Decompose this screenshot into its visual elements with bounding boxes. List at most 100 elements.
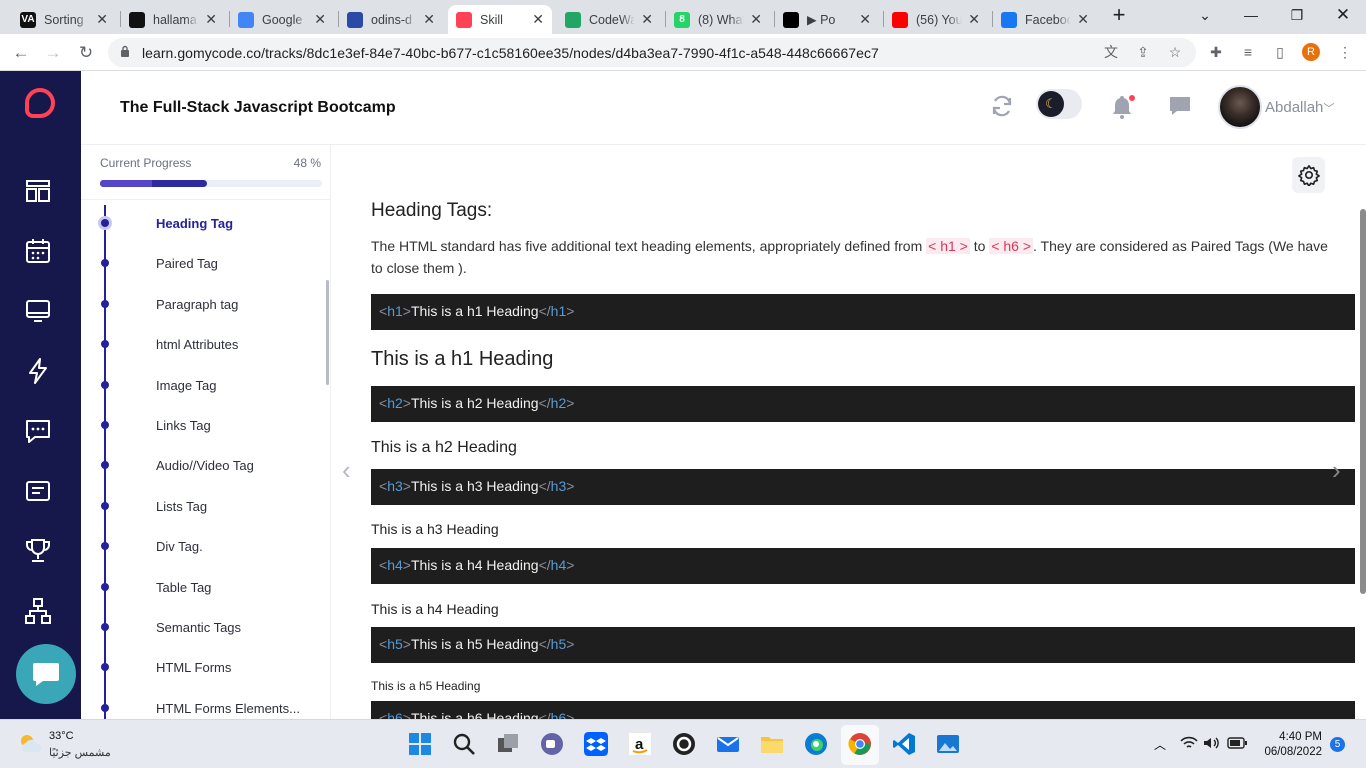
chrome-icon[interactable]	[848, 732, 872, 756]
back-button[interactable]: ←	[8, 40, 34, 66]
user-name[interactable]: Abdallah﹀	[1265, 99, 1334, 116]
gomycode-logo[interactable]	[25, 88, 55, 118]
reload-button[interactable]: ↻	[73, 40, 99, 66]
lesson-item[interactable]: Paired Tag	[156, 256, 218, 271]
browser-tab[interactable]: hallama ✕	[121, 5, 225, 34]
app-icon[interactable]	[672, 732, 696, 756]
lesson-item[interactable]: html Attributes	[156, 337, 238, 352]
tab-close-icon[interactable]: ✕	[423, 11, 435, 28]
browser-tab[interactable]: ▶ Po ✕	[775, 5, 879, 34]
calendar-icon[interactable]	[25, 238, 51, 264]
translate-icon[interactable]: 文	[1102, 43, 1120, 61]
tab-close-icon[interactable]: ✕	[859, 11, 871, 28]
previous-arrow[interactable]: ‹	[342, 455, 351, 486]
task-view-icon[interactable]	[496, 732, 520, 756]
tab-close-icon[interactable]: ✕	[1077, 11, 1089, 28]
lesson-item[interactable]: Links Tag	[156, 418, 211, 433]
tab-close-icon[interactable]: ✕	[532, 11, 544, 28]
laptop-icon[interactable]	[25, 298, 51, 324]
sync-icon[interactable]	[990, 94, 1014, 118]
tab-close-icon[interactable]: ✕	[968, 11, 980, 28]
extensions-icon[interactable]: ✚	[1207, 43, 1225, 61]
tab-close-icon[interactable]: ✕	[205, 11, 217, 28]
svg-text:a: a	[635, 736, 644, 753]
lightning-icon[interactable]	[25, 358, 51, 384]
tab-close-icon[interactable]: ✕	[314, 11, 326, 28]
tab-close-icon[interactable]: ✕	[641, 11, 653, 28]
lesson-item[interactable]: Div Tag.	[156, 539, 203, 554]
browser-tab[interactable]: Skill ✕	[448, 5, 552, 34]
share-icon[interactable]: ⇪	[1134, 43, 1152, 61]
teams-chat-icon[interactable]	[540, 732, 564, 756]
lesson-item[interactable]: Paragraph tag	[156, 297, 238, 312]
gear-icon	[1297, 165, 1320, 186]
bell-icon[interactable]	[1109, 94, 1135, 120]
forward-button[interactable]: →	[40, 40, 66, 66]
weather-icon[interactable]	[16, 732, 44, 756]
settings-button[interactable]	[1292, 157, 1325, 193]
dropbox-icon[interactable]	[584, 732, 608, 756]
bookmark-star-icon[interactable]: ☆	[1166, 43, 1184, 61]
documents-icon[interactable]	[25, 478, 51, 504]
amazon-icon[interactable]: a	[628, 732, 652, 756]
reading-list-icon[interactable]: ≡	[1239, 43, 1257, 61]
side-panel-icon[interactable]: ▯	[1271, 43, 1289, 61]
user-avatar[interactable]	[1218, 85, 1262, 129]
content-scrollbar[interactable]	[1360, 209, 1366, 594]
para-text-2: to	[969, 238, 990, 254]
browser-tab[interactable]: 8 (8) What ✕	[666, 5, 770, 34]
search-icon[interactable]	[452, 732, 476, 756]
windows-start-icon[interactable]	[408, 732, 432, 756]
profile-avatar[interactable]: R	[1302, 43, 1320, 61]
battery-icon[interactable]	[1227, 737, 1247, 749]
code-block: <h5>This is a h5 Heading</h5>	[371, 627, 1355, 663]
browser-tab[interactable]: VA Sorting ✕	[12, 5, 116, 34]
browser-tab[interactable]: odins-d ✕	[339, 5, 443, 34]
lesson-marker	[101, 501, 109, 510]
lesson-item[interactable]: HTML Forms	[156, 660, 231, 675]
lesson-item[interactable]: Audio//Video Tag	[156, 458, 254, 473]
address-bar[interactable]: learn.gomycode.co/tracks/8dc1e3ef-84e7-4…	[108, 38, 1196, 67]
system-clock[interactable]: 4:40 PM 06/08/2022	[1264, 730, 1322, 760]
edge-icon[interactable]	[804, 732, 828, 756]
chat-messages-icon[interactable]	[1168, 95, 1192, 117]
browser-menu-icon[interactable]: ⋮	[1336, 43, 1354, 61]
lesson-item[interactable]: Image Tag	[156, 378, 216, 393]
hierarchy-icon[interactable]	[25, 598, 51, 624]
messages-icon[interactable]	[25, 418, 51, 444]
browser-tab[interactable]: (56) You ✕	[884, 5, 988, 34]
trophy-icon[interactable]	[25, 538, 51, 564]
chat-icon	[33, 663, 59, 686]
browser-tab[interactable]: Google ✕	[230, 5, 334, 34]
lesson-item[interactable]: Lists Tag	[156, 499, 207, 514]
vscode-icon[interactable]	[892, 732, 916, 756]
lesson-content: Heading Tags: The HTML standard has five…	[331, 145, 1366, 719]
lesson-item[interactable]: Table Tag	[156, 580, 211, 595]
support-chat-button[interactable]	[16, 644, 76, 704]
dashboard-icon[interactable]	[25, 178, 51, 204]
next-arrow[interactable]: ›	[1332, 455, 1341, 486]
photos-icon[interactable]	[936, 732, 960, 756]
sidebar-scrollbar[interactable]	[326, 280, 329, 385]
browser-tab[interactable]: Faceboo ✕	[993, 5, 1097, 34]
new-tab-button[interactable]: +	[1096, 0, 1142, 30]
code-bracket: <	[379, 395, 388, 411]
dark-mode-toggle[interactable]: ☾	[1036, 89, 1082, 119]
maximize-button[interactable]: ❐	[1274, 0, 1320, 30]
minimize-button[interactable]: —	[1228, 0, 1274, 30]
wifi-icon[interactable]	[1180, 736, 1198, 750]
lesson-item[interactable]: Heading Tag	[156, 216, 233, 231]
browser-tab[interactable]: CodeWa ✕	[557, 5, 661, 34]
close-window-button[interactable]: ✕	[1320, 0, 1366, 30]
lesson-item[interactable]: HTML Forms Elements...	[156, 701, 300, 716]
tab-close-icon[interactable]: ✕	[750, 11, 762, 28]
tab-close-icon[interactable]: ✕	[96, 11, 108, 28]
lesson-item[interactable]: Semantic Tags	[156, 620, 241, 635]
mail-icon[interactable]	[716, 732, 740, 756]
file-explorer-icon[interactable]	[760, 732, 784, 756]
tab-search-icon[interactable]: ⌄	[1182, 0, 1228, 30]
notification-badge[interactable]: 5	[1330, 737, 1345, 752]
show-hidden-icons[interactable]: ︿	[1154, 736, 1166, 753]
lesson-marker	[101, 380, 109, 389]
volume-icon[interactable]	[1203, 736, 1221, 750]
